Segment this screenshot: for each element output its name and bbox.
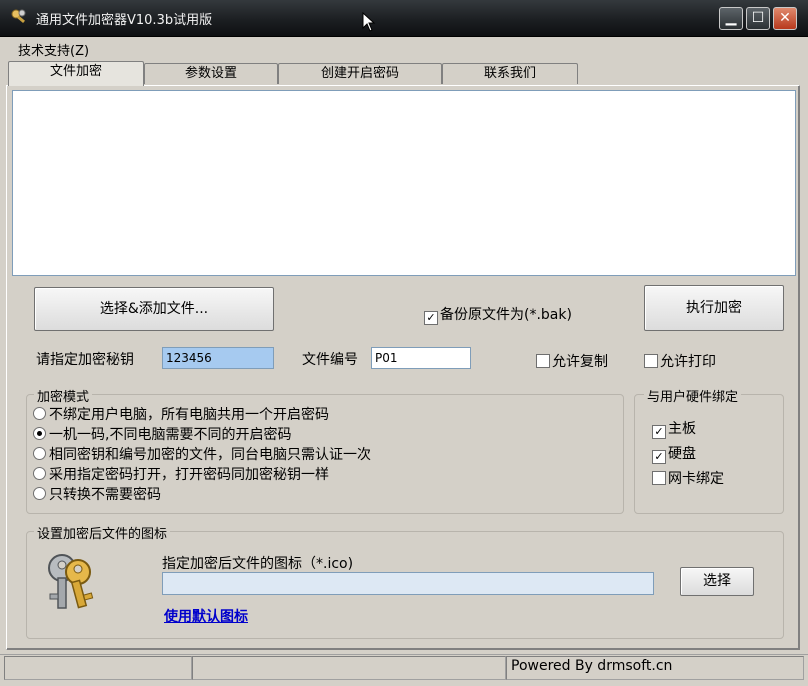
window-title: 通用文件加密器V10.3b试用版: [36, 13, 213, 28]
hardware-bind-title: 与用户硬件绑定: [644, 386, 742, 405]
harddisk-check-icon: ✓: [652, 450, 666, 464]
mouse-cursor-icon: [362, 12, 376, 32]
radio-icon: [33, 407, 46, 420]
keys-icon: [48, 554, 94, 609]
allow-print-label: 允许打印: [660, 354, 716, 370]
key-input[interactable]: 123456: [162, 347, 274, 369]
tab-parameters[interactable]: 参数设置: [144, 63, 278, 84]
hw-harddisk-checkbox[interactable]: ✓ 硬盘: [652, 442, 724, 467]
status-cell-2: [192, 656, 506, 680]
mode-option-0[interactable]: 不绑定用户电脑，所有电脑共用一个开启密码: [33, 405, 371, 425]
status-cell-1: [4, 656, 192, 680]
mainboard-check-icon: ✓: [652, 425, 666, 439]
file-no-input[interactable]: P01: [371, 347, 471, 369]
powered-by-text: Powered By drmsoft.cn: [511, 658, 673, 674]
hw-mainboard-checkbox[interactable]: ✓ 主板: [652, 417, 724, 442]
file-no-label: 文件编号: [302, 352, 358, 368]
menu-bar: [0, 37, 808, 59]
maximize-icon: ☐: [751, 10, 765, 26]
icon-field-label: 指定加密后文件的图标（*.ico): [162, 556, 354, 572]
menu-tech-support[interactable]: 技术支持(Z): [18, 40, 89, 59]
nic-check-icon: [652, 471, 666, 485]
hw-nic-checkbox[interactable]: 网卡绑定: [652, 467, 724, 492]
select-add-files-button[interactable]: 选择&添加文件...: [34, 287, 274, 331]
choose-icon-button[interactable]: 选择: [680, 567, 754, 596]
radio-icon: [33, 447, 46, 460]
icon-settings-title: 设置加密后文件的图标: [34, 523, 171, 542]
allow-copy-label: 允许复制: [552, 354, 608, 370]
encrypt-mode-options: 不绑定用户电脑，所有电脑共用一个开启密码 一机一码,不同电脑需要不同的开启密码 …: [33, 405, 371, 505]
close-icon: ✕: [779, 10, 791, 26]
app-icon: [11, 9, 26, 24]
encrypt-mode-title: 加密模式: [34, 386, 93, 405]
tab-file-encrypt[interactable]: 文件加密: [8, 61, 144, 86]
backup-checkbox[interactable]: ✓ 备份原文件为(*.bak): [424, 304, 572, 325]
radio-icon: [33, 487, 46, 500]
mode-option-2[interactable]: 相同密钥和编号加密的文件，同台电脑只需认证一次: [33, 445, 371, 465]
tab-create-password[interactable]: 创建开启密码: [278, 63, 442, 84]
allow-copy-checkbox[interactable]: 允许复制: [536, 351, 608, 371]
mode-option-4[interactable]: 只转换不需要密码: [33, 485, 371, 505]
mode-option-1[interactable]: 一机一码,不同电脑需要不同的开启密码: [33, 425, 371, 445]
icon-path-input[interactable]: [162, 572, 654, 595]
backup-label: 备份原文件为(*.bak): [440, 307, 572, 323]
file-list[interactable]: [12, 90, 796, 276]
hardware-bind-options: ✓ 主板 ✓ 硬盘 网卡绑定: [652, 417, 724, 492]
close-button[interactable]: ✕: [773, 7, 797, 30]
key-label: 请指定加密秘钥: [36, 352, 134, 368]
allow-print-check-icon: [644, 354, 658, 368]
minimize-icon: ▁: [725, 10, 737, 26]
radio-icon: [33, 467, 46, 480]
allow-print-checkbox[interactable]: 允许打印: [644, 351, 716, 371]
use-default-icon-link[interactable]: 使用默认图标: [164, 606, 248, 626]
backup-check-icon: ✓: [424, 311, 438, 325]
minimize-button[interactable]: ▁: [719, 7, 743, 30]
radio-selected-icon: [33, 427, 46, 440]
allow-copy-check-icon: [536, 354, 550, 368]
execute-encrypt-button[interactable]: 执行加密: [644, 285, 784, 331]
maximize-button[interactable]: ☐: [746, 7, 770, 30]
mode-option-3[interactable]: 采用指定密码打开，打开密码同加密秘钥一样: [33, 465, 371, 485]
tab-contact-us[interactable]: 联系我们: [442, 63, 578, 84]
